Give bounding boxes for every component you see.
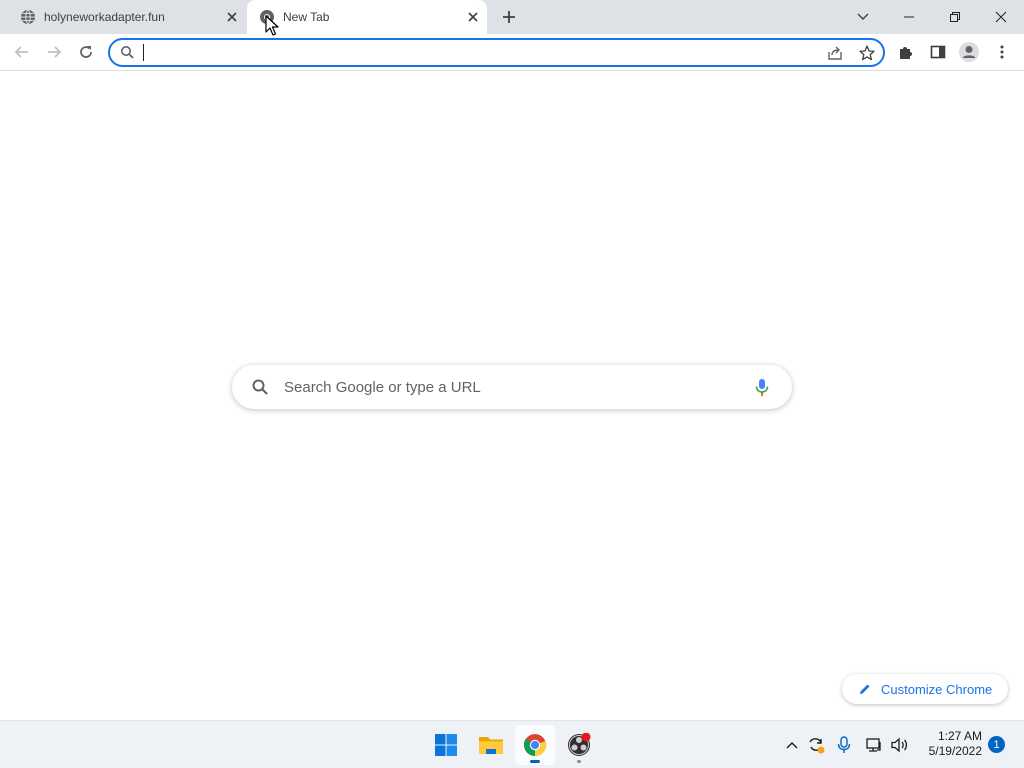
tab-title: New Tab [283,10,330,24]
clock-time: 1:27 AM [937,729,982,743]
windows-logo-icon [435,734,457,756]
puzzle-piece-icon [900,47,912,59]
customize-chrome-button[interactable]: Customize Chrome [842,674,1008,704]
search-icon [252,379,268,395]
close-window-button[interactable] [978,0,1024,34]
avatar-icon [959,42,979,62]
speaker-icon [891,737,908,753]
close-icon[interactable] [224,9,240,25]
reload-button[interactable] [72,38,100,66]
start-button[interactable] [426,725,466,765]
microphone-tray-button[interactable] [834,735,854,755]
arrow-right-icon [48,46,62,58]
active-indicator [530,760,540,763]
tray-overflow-button[interactable] [782,735,802,755]
search-placeholder: Search Google or type a URL [284,379,481,396]
chrome-taskbar-button[interactable] [515,725,555,765]
extensions-button[interactable] [892,38,920,66]
running-indicator [577,760,581,763]
menu-button[interactable] [988,38,1016,66]
notification-badge[interactable]: 1 [988,736,1005,753]
chrome-icon [523,734,547,757]
restore-button[interactable] [932,0,978,34]
ntp-search-box[interactable]: Search Google or type a URL [232,365,792,409]
customize-chrome-label: Customize Chrome [881,682,993,697]
tab-title: holyneworkadapter.fun [44,10,165,24]
clock-date: 5/19/2022 [928,744,982,758]
plus-icon [503,11,515,23]
text-caret [143,44,144,61]
volume-tray-button[interactable] [890,735,910,755]
reload-icon [80,46,92,58]
profile-button[interactable] [955,38,983,66]
chevron-up-icon [786,742,798,749]
minimize-icon [904,16,914,18]
bookmark-star-icon[interactable] [858,44,876,62]
folder-icon [479,737,503,754]
sync-tray-button[interactable] [806,735,826,755]
tab-holyneworkadapter[interactable]: holyneworkadapter.fun [8,0,246,34]
file-explorer-button[interactable] [471,725,511,765]
network-tray-button[interactable] [864,735,884,755]
omnibox[interactable] [108,38,885,67]
sync-icon [809,738,825,754]
minimize-button[interactable] [886,0,932,34]
browser-toolbar [0,34,1024,71]
address-input[interactable] [142,43,782,62]
back-button[interactable] [8,38,36,66]
obs-icon [568,733,591,756]
pencil-icon [860,684,870,694]
network-monitor-icon [866,738,881,752]
chevron-down-icon [857,13,869,20]
arrow-left-icon [14,46,28,58]
tab-strip: holyneworkadapter.fun New Tab [0,0,1024,34]
side-panel-button[interactable] [924,38,952,66]
microphone-icon [837,736,851,753]
close-icon[interactable] [465,9,481,25]
chrome-newtab-icon [260,10,274,24]
forward-button[interactable] [40,38,68,66]
tab-new-tab[interactable]: New Tab [247,0,487,34]
more-vert-icon [1000,45,1004,59]
share-icon[interactable] [826,44,844,62]
close-icon [995,11,1007,23]
new-tab-page: Search Google or type a URL Customize Ch… [0,71,1024,720]
browser-window: holyneworkadapter.fun New Tab Search Goo… [0,0,1024,768]
microphone-icon[interactable] [752,377,772,397]
globe-icon [21,9,35,25]
restore-icon [950,12,960,22]
tab-search-button[interactable] [840,0,886,34]
search-icon [121,46,134,59]
new-tab-button[interactable] [498,6,520,28]
obs-taskbar-button[interactable] [559,725,599,765]
windows-taskbar: 1:27 AM 5/19/2022 1 [0,720,1024,768]
side-panel-icon [930,45,946,59]
system-clock[interactable]: 1:27 AM 5/19/2022 [918,729,982,759]
